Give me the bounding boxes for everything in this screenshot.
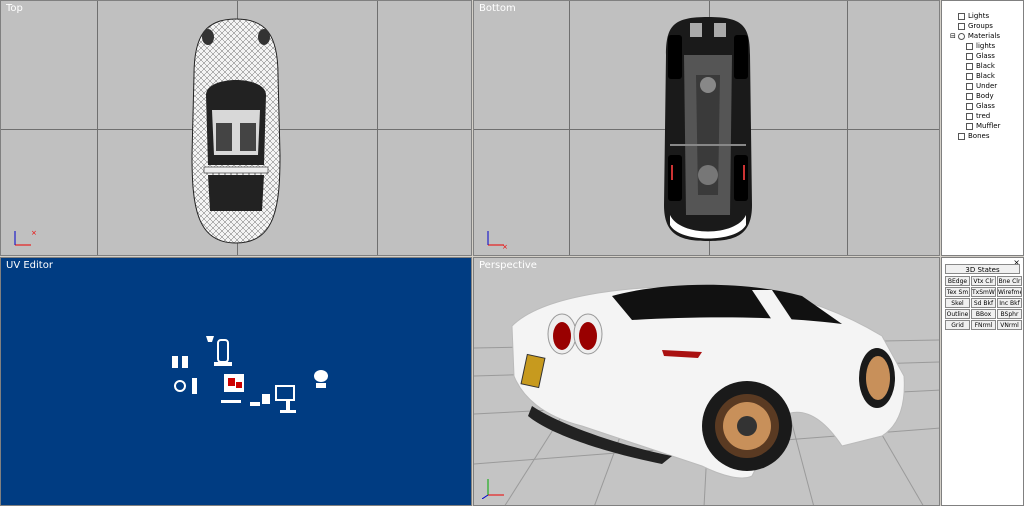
grid-line bbox=[569, 1, 570, 255]
svg-text:×: × bbox=[31, 229, 37, 237]
viewport-uv-editor[interactable]: UV Editor bbox=[0, 257, 472, 506]
car-underside[interactable] bbox=[660, 15, 756, 243]
axis-gizmo bbox=[482, 479, 504, 499]
states-panel-title: 3D States bbox=[945, 264, 1020, 274]
grid-line bbox=[97, 1, 98, 255]
viewport-bottom[interactable]: Bottom × bbox=[473, 0, 940, 256]
material-icon bbox=[966, 122, 973, 130]
tree-item-groups[interactable]: Groups bbox=[958, 21, 993, 31]
viewport-perspective[interactable]: Perspective bbox=[473, 257, 940, 506]
svg-text:×: × bbox=[502, 243, 508, 249]
toggle-fnrml[interactable]: FNrml bbox=[971, 320, 996, 330]
viewport-bottom-label: Bottom bbox=[479, 3, 516, 14]
axis-gizmo: × bbox=[487, 231, 508, 249]
car-top-wireframe[interactable] bbox=[186, 15, 286, 247]
tree-item-material[interactable]: Muffler bbox=[966, 121, 1000, 131]
tree-item-bones[interactable]: Bones bbox=[958, 131, 989, 141]
material-icon bbox=[966, 102, 973, 110]
toggle-skel[interactable]: Skel bbox=[945, 298, 970, 308]
collapse-icon[interactable]: ⊟ bbox=[950, 32, 956, 40]
toggle-vnrml[interactable]: VNrml bbox=[997, 320, 1022, 330]
tree-item-material[interactable]: Glass bbox=[966, 101, 995, 111]
viewport-uv-label: UV Editor bbox=[6, 260, 53, 271]
tree-item-material[interactable]: Under bbox=[966, 81, 997, 91]
grid-line bbox=[847, 1, 848, 255]
toggle-txsmwr[interactable]: TxSmWr bbox=[971, 287, 996, 297]
viewport-top-label: Top bbox=[6, 3, 23, 14]
viewport-top[interactable]: Top × bbox=[0, 0, 472, 256]
axis-gizmo: × bbox=[14, 229, 37, 246]
tree-item-material[interactable]: Glass bbox=[966, 51, 995, 61]
tree-item-lights[interactable]: Lights bbox=[958, 11, 989, 21]
material-icon bbox=[966, 52, 973, 60]
toggle-bne-clr[interactable]: Bne Clr bbox=[997, 276, 1022, 286]
tree-item-material[interactable]: lights bbox=[966, 41, 995, 51]
states-panel: × 3D States BEdge Vtx Clr Bne Clr Tex Sm… bbox=[941, 257, 1024, 506]
bones-icon bbox=[958, 132, 965, 140]
toggle-tex-sm[interactable]: Tex Sm bbox=[945, 287, 970, 297]
toggle-outline[interactable]: Outline bbox=[945, 309, 970, 319]
toggle-bbox[interactable]: BBox bbox=[971, 309, 996, 319]
material-icon bbox=[966, 92, 973, 100]
toggle-inc-bkf[interactable]: Inc Bkf bbox=[997, 298, 1022, 308]
toggle-sd-bkf[interactable]: Sd Bkf bbox=[971, 298, 996, 308]
toggle-wirefme[interactable]: Wirefme bbox=[997, 287, 1022, 297]
material-icon bbox=[966, 42, 973, 50]
toggle-grid[interactable]: Grid bbox=[945, 320, 970, 330]
materials-icon bbox=[957, 32, 965, 40]
toggle-vtx-clr[interactable]: Vtx Clr bbox=[971, 276, 996, 286]
material-icon bbox=[966, 62, 973, 70]
tree-item-material[interactable]: Black bbox=[966, 61, 995, 71]
viewport-perspective-label: Perspective bbox=[479, 260, 537, 271]
grid-line bbox=[377, 1, 378, 255]
groups-icon bbox=[958, 22, 965, 30]
car-3d-model[interactable] bbox=[502, 276, 912, 496]
tree-item-material[interactable]: Body bbox=[966, 91, 994, 101]
toggle-bedge[interactable]: BEdge bbox=[945, 276, 970, 286]
material-icon bbox=[966, 82, 973, 90]
tree-item-material[interactable]: tred bbox=[966, 111, 990, 121]
lights-icon bbox=[958, 12, 965, 20]
uv-islands[interactable] bbox=[166, 328, 336, 418]
material-icon bbox=[966, 72, 973, 80]
toggle-bsphr[interactable]: BSphr bbox=[997, 309, 1022, 319]
material-icon bbox=[966, 112, 973, 120]
tree-item-material[interactable]: Black bbox=[966, 71, 995, 81]
tree-item-materials[interactable]: ⊟ Materials bbox=[950, 31, 1000, 41]
scene-tree-panel: Lights Groups ⊟ Materials lights Glass Bl… bbox=[941, 0, 1024, 256]
